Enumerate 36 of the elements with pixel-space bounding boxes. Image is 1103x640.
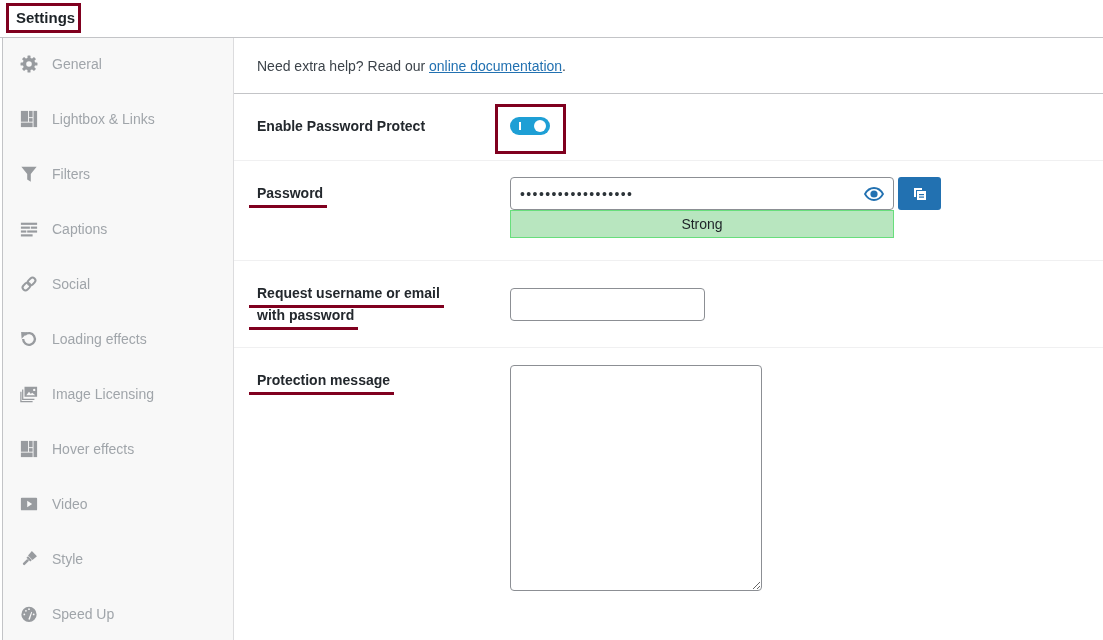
sidebar-item[interactable]: Hover effects (20, 439, 135, 459)
sidebar-item[interactable]: General (20, 54, 102, 74)
strength-indicator: Strong (510, 210, 894, 238)
eye-icon[interactable] (864, 187, 884, 201)
sidebar-item[interactable]: Lightbox & Links (20, 109, 155, 129)
sidebar-item[interactable]: Social (20, 274, 91, 294)
documentation-link[interactable]: online documentation (429, 57, 563, 74)
sidebar-item[interactable]: Filters (20, 164, 91, 184)
sidebar-item[interactable]: Style (20, 549, 84, 569)
text-input[interactable] (510, 288, 705, 321)
paintbrush-icon (20, 550, 38, 568)
page-title: Settings (16, 8, 76, 28)
images-icon (20, 385, 38, 403)
play-icon (20, 495, 38, 513)
circular-arrow-icon (20, 330, 38, 348)
gauge-icon (20, 605, 38, 623)
sidebar-item[interactable]: Video (20, 494, 88, 514)
sidebar-item[interactable]: Loading effects (20, 329, 147, 349)
funnel-icon (20, 165, 38, 183)
link-icon (20, 275, 38, 293)
toggle-switch[interactable] (510, 117, 550, 135)
field-label: Request username or email with password (257, 285, 440, 323)
gear-icon (20, 55, 38, 73)
copy-button[interactable] (898, 177, 941, 210)
password-input[interactable]: •••••••••••••••••• (510, 177, 894, 210)
copy-icon (912, 186, 927, 201)
sidebar-item[interactable]: Speed Up (20, 604, 115, 624)
field-label: Password (257, 185, 324, 201)
grid-layout-icon (20, 440, 38, 458)
text-lines-icon (20, 220, 38, 238)
help-text: Need extra help? Read our online documentation. (257, 56, 566, 76)
sidebar-item[interactable]: Captions (20, 219, 108, 239)
field-label: Protection message (257, 372, 391, 388)
sidebar-item[interactable]: Image Licensing (20, 384, 154, 404)
grid-layout-icon (20, 110, 38, 128)
field-label: Enable Password Protect (257, 118, 426, 134)
